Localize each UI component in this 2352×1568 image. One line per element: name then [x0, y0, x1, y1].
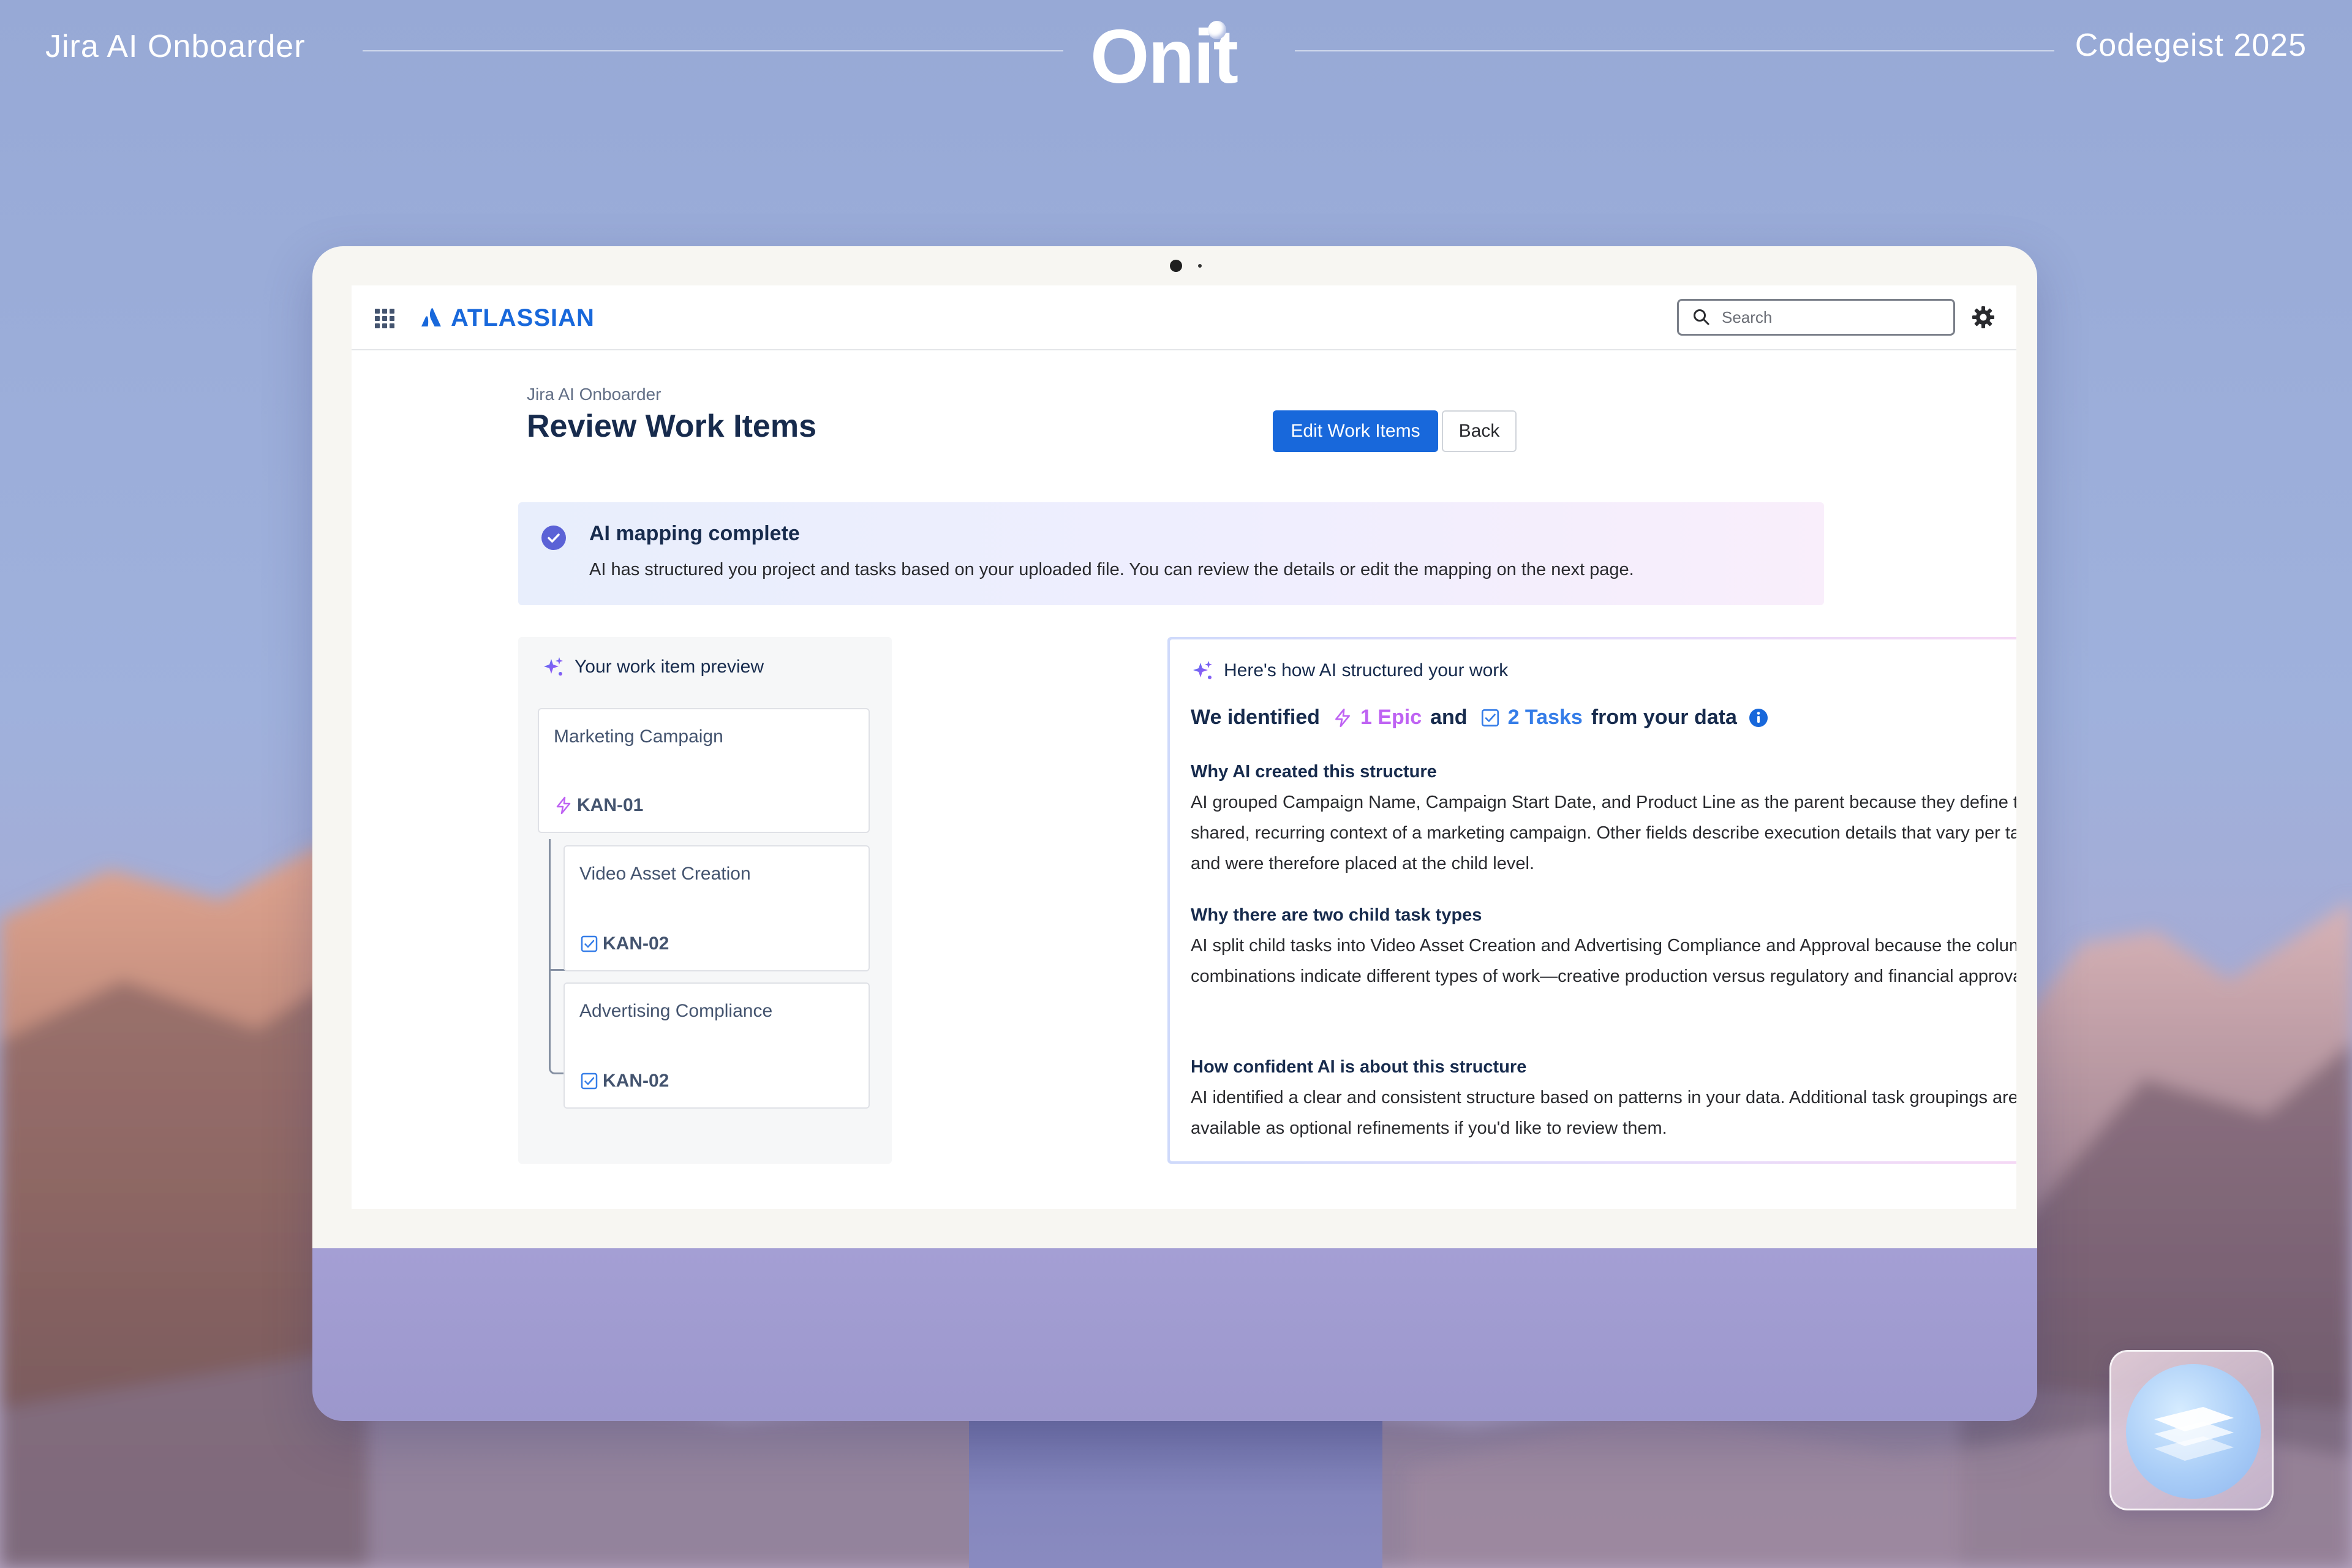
- atlassian-logo[interactable]: ATLASSIAN: [420, 303, 595, 333]
- top-navigation: ATLASSIAN: [352, 285, 2016, 350]
- success-banner: AI mapping complete AI has structured yo…: [518, 502, 1824, 605]
- app-screen: ATLASSIAN Search Jira AI Onboarder Revie…: [352, 285, 2016, 1209]
- info-icon[interactable]: [1748, 707, 1769, 728]
- app-switcher-icon[interactable]: [375, 309, 394, 328]
- preview-header: Your work item preview: [541, 655, 764, 679]
- banner-divider-left: [363, 50, 1063, 51]
- explanation-heading: Here's how AI structured your work: [1224, 660, 1509, 680]
- epic-count: 1 Epic: [1360, 706, 1422, 729]
- monitor-stand: [969, 1409, 1382, 1568]
- identified-prefix: We identified: [1191, 706, 1320, 729]
- banner-event-name: Codegeist 2025: [2075, 28, 2307, 63]
- section-title: How confident AI is about this structure: [1191, 1057, 1527, 1077]
- floating-app-icon[interactable]: [2109, 1350, 2274, 1510]
- work-item-card-task[interactable]: Advertising Compliance KAN-02: [564, 982, 870, 1109]
- task-count: 2 Tasks: [1507, 706, 1583, 729]
- task-checkbox-icon: [1481, 709, 1499, 726]
- ai-explanation-panel: Here's how AI structured your work We id…: [1167, 637, 2016, 1164]
- edit-work-items-button[interactable]: Edit Work Items: [1273, 410, 1438, 452]
- success-banner-message: AI has structured you project and tasks …: [589, 560, 1634, 579]
- work-item-key: KAN-01: [554, 795, 643, 816]
- work-item-title: Video Asset Creation: [579, 864, 751, 884]
- work-item-key: KAN-02: [579, 1071, 669, 1091]
- epic-lightning-icon: [1335, 708, 1350, 727]
- work-item-card-task[interactable]: Video Asset Creation KAN-02: [564, 845, 870, 971]
- back-button[interactable]: Back: [1442, 410, 1517, 452]
- atlassian-mark-icon: [421, 307, 441, 326]
- brand-logo-dot: [1208, 21, 1226, 39]
- identified-suffix: from your data: [1591, 706, 1737, 729]
- work-item-key-text: KAN-02: [603, 933, 669, 954]
- identified-summary: We identified 1 Epic and 2 Tasks from yo…: [1191, 706, 1769, 729]
- task-types-section: Why there are two child task types AI sp…: [1191, 905, 2016, 992]
- task-checkbox-icon: [581, 1072, 598, 1090]
- banner-divider-right: [1295, 50, 2054, 51]
- camera-dot: [1170, 260, 1182, 272]
- camera-sensor: [1198, 264, 1202, 268]
- monitor-bezel: ATLASSIAN Search Jira AI Onboarder Revie…: [312, 246, 2037, 1248]
- work-item-title: Advertising Compliance: [579, 1001, 773, 1021]
- section-body: AI split child tasks into Video Asset Cr…: [1191, 936, 2016, 986]
- structure-reason-section: Why AI created this structure AI grouped…: [1191, 762, 2016, 879]
- work-item-key: KAN-02: [579, 933, 669, 954]
- search-box[interactable]: [1677, 299, 1955, 336]
- check-circle-icon: [541, 526, 566, 550]
- work-item-key-text: KAN-01: [577, 795, 644, 815]
- ai-explanation-content: Here's how AI structured your work We id…: [1170, 639, 2016, 1161]
- banner-app-name: Jira AI Onboarder: [45, 29, 306, 64]
- work-item-key-text: KAN-02: [603, 1071, 669, 1091]
- search-input[interactable]: [1722, 307, 1942, 327]
- epic-lightning-icon: [556, 796, 571, 815]
- ai-sparkle-icon: [1193, 661, 1212, 679]
- work-item-preview-panel: Your work item preview Marketing Campaig…: [518, 637, 892, 1164]
- section-body: AI grouped Campaign Name, Campaign Start…: [1191, 793, 2016, 873]
- section-body: AI identified a clear and consistent str…: [1191, 1088, 2016, 1138]
- breadcrumb[interactable]: Jira AI Onboarder: [527, 385, 661, 404]
- identified-and: and: [1430, 706, 1468, 729]
- explanation-header: Here's how AI structured your work: [1191, 659, 1508, 682]
- settings-gear-icon[interactable]: [1969, 303, 1998, 332]
- success-banner-title: AI mapping complete: [589, 522, 800, 545]
- task-checkbox-icon: [581, 935, 598, 952]
- atlassian-wordmark: ATLASSIAN: [451, 304, 595, 331]
- monitor: ATLASSIAN Search Jira AI Onboarder Revie…: [312, 246, 2037, 1421]
- section-title: Why there are two child task types: [1191, 905, 1482, 925]
- layers-icon: [2154, 1407, 2234, 1461]
- work-item-card-epic[interactable]: Marketing Campaign KAN-01: [538, 708, 870, 833]
- page-title: Review Work Items: [527, 409, 817, 444]
- work-item-title: Marketing Campaign: [554, 726, 723, 747]
- search-icon: [1694, 309, 1709, 325]
- preview-heading: Your work item preview: [575, 657, 764, 677]
- confidence-section: How confident AI is about this structure…: [1191, 1057, 2016, 1144]
- ai-sparkle-icon: [544, 657, 563, 676]
- monitor-chin: [312, 1248, 2037, 1421]
- section-title: Why AI created this structure: [1191, 762, 1437, 782]
